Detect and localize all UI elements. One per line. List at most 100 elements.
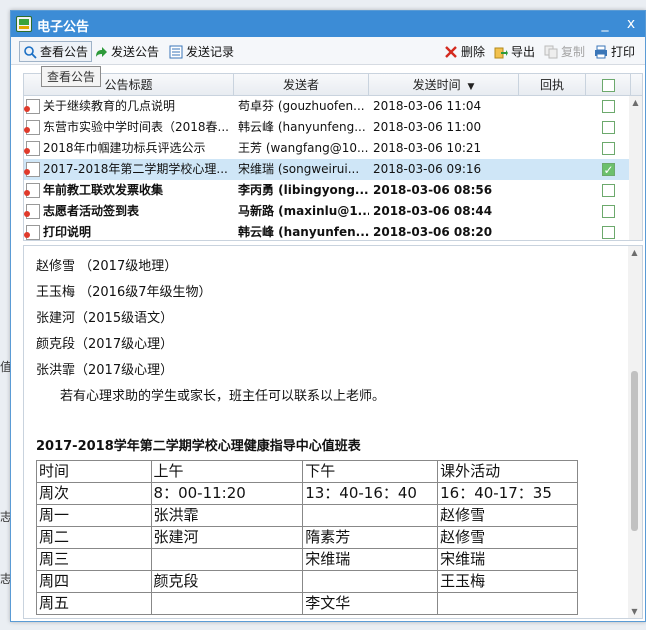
export-button[interactable]: 导出 — [491, 41, 538, 62]
schedule-cell: 张洪霏 — [150, 504, 304, 527]
copy-icon — [544, 45, 558, 58]
schedule-cell: 上午 — [150, 460, 304, 483]
row-checkbox-cell — [586, 138, 626, 159]
copy-label: 复制 — [561, 45, 586, 59]
teacher-line: 王玉梅 （2016级7年级生物） — [36, 285, 212, 300]
table-row[interactable]: 关于继续教育的几点说明 苟卓芬 (gouzhuofen... 2018-03-06 … — [24, 96, 642, 117]
teacher-line: 颜克段（2017级心理） — [36, 337, 174, 352]
schedule-cell: 13：40-16：40 — [302, 482, 439, 505]
row-sender: 宋维瑞 (songweirui... — [238, 162, 360, 176]
schedule-cell — [150, 592, 304, 615]
row-checkbox[interactable] — [601, 205, 615, 218]
row-title: 年前教工联欢发票收集 — [43, 183, 164, 197]
row-time: 2018-03-06 11:04 — [373, 99, 482, 113]
row-time: 2018-03-06 08:56 — [373, 183, 493, 197]
app-icon — [16, 16, 32, 32]
row-title-cell: 关于继续教育的几点说明 — [24, 96, 234, 117]
schedule-cell: 周一 — [36, 504, 152, 527]
row-checkbox-cell — [586, 96, 626, 117]
search-icon — [24, 45, 37, 59]
list-scrollbar[interactable]: ▲ — [629, 96, 642, 240]
delete-button[interactable]: 删除 — [441, 41, 488, 62]
print-button[interactable]: 打印 — [591, 41, 638, 62]
row-sender: 韩云峰 (hanyunfen... — [238, 225, 369, 239]
duty-schedule-table: 时间 上午 下午 课外活动 周次 8：00-11:20 13：40-16：40 16：40-1… — [36, 460, 578, 615]
row-time: 2018-03-06 08:44 — [373, 204, 493, 218]
schedule-cell: 时间 — [36, 460, 152, 483]
row-title-cell: 2018年巾帼建功标兵评选公示 — [24, 138, 234, 159]
schedule-row: 周二 张建河 隋素芳 赵修雪 — [36, 526, 578, 549]
row-checkbox[interactable] — [601, 184, 615, 197]
schedule-cell: 周五 — [36, 592, 152, 615]
scroll-up-arrow-icon[interactable]: ▲ — [629, 96, 642, 109]
schedule-cell: 周三 — [36, 548, 152, 571]
schedule-cell: 李文华 — [302, 592, 439, 615]
schedule-row: 时间 上午 下午 课外活动 — [36, 460, 578, 483]
table-row[interactable]: 打印说明 韩云峰 (hanyunfen... 2018-03-06 08:20 — [24, 222, 642, 240]
schedule-cell — [150, 548, 304, 571]
row-time: 2018-03-06 11:00 — [373, 120, 482, 134]
column-header-receipt[interactable]: 回执 — [519, 74, 586, 96]
view-announcement-button[interactable]: 查看公告 — [19, 41, 93, 62]
table-row[interactable]: 2017-2018年第二学期学校心理... 宋维瑞 (songweirui... 2… — [24, 159, 642, 180]
row-receipt — [519, 222, 586, 240]
schedule-cell — [437, 592, 578, 615]
table-row[interactable]: 志愿者活动签到表 马新路 (maxinlu@1... 2018-03-06 08:4… — [24, 201, 642, 222]
send-records-button[interactable]: 发送记录 — [166, 41, 237, 62]
schedule-cell — [302, 570, 439, 593]
list-icon — [169, 45, 183, 58]
row-checkbox[interactable] — [601, 226, 615, 239]
row-checkbox[interactable] — [601, 142, 615, 155]
scroll-up-arrow-icon[interactable]: ▲ — [628, 246, 641, 259]
table-row[interactable]: 东营市实验中学时间表（2018春... 韩云峰 (hanyunfeng... 201… — [24, 117, 642, 138]
teacher-line: 赵修雪 （2017级地理） — [36, 259, 178, 274]
row-time: 2018-03-06 10:21 — [373, 141, 482, 155]
row-title-cell: 2017-2018年第二学期学校心理... — [24, 159, 234, 180]
list-header: 公告标题 发送者 发送时间 ▼ 回执 — [24, 74, 642, 96]
document-icon — [24, 120, 40, 135]
contact-note: 若有心理求助的学生或家长，班主任可以联系以上老师。 — [60, 389, 386, 404]
schedule-cell: 宋维瑞 — [302, 548, 439, 571]
column-header-time[interactable]: 发送时间 ▼ — [369, 74, 519, 96]
table-row[interactable]: 2018年巾帼建功标兵评选公示 王芳 (wangfang@10... 2018-03… — [24, 138, 642, 159]
scroll-thumb[interactable] — [631, 371, 638, 531]
row-receipt — [519, 117, 586, 138]
copy-button[interactable]: 复制 — [541, 41, 588, 62]
announcement-detail: 赵修雪 （2017级地理） 王玉梅 （2016级7年级生物） 张建河（2015级… — [23, 245, 643, 619]
row-checkbox[interactable] — [601, 121, 615, 134]
row-sender: 苟卓芬 (gouzhuofen... — [238, 99, 365, 113]
document-icon — [24, 204, 40, 219]
row-sender: 马新路 (maxinlu@1... — [238, 204, 369, 218]
minimize-button[interactable]: _ — [595, 14, 615, 34]
row-checkbox[interactable] — [601, 100, 615, 113]
print-label: 打印 — [611, 45, 636, 59]
row-title: 关于继续教育的几点说明 — [43, 99, 176, 113]
scroll-down-arrow-icon[interactable]: ▼ — [628, 605, 641, 618]
document-icon — [24, 183, 40, 198]
title-bar: 电子公告 _ x — [11, 11, 645, 37]
row-sender: 王芳 (wangfang@10... — [238, 141, 369, 155]
table-row[interactable]: 年前教工联欢发票收集 李丙勇 (libingyong... 2018-03-06 0… — [24, 180, 642, 201]
close-button[interactable]: x — [621, 14, 641, 34]
row-checkbox-cell — [586, 222, 626, 240]
row-title: 志愿者活动签到表 — [43, 204, 140, 218]
document-icon — [24, 99, 40, 114]
schedule-cell: 赵修雪 — [437, 526, 578, 549]
column-header-select-all[interactable] — [586, 74, 631, 96]
schedule-title: 2017-2018学年第二学期学校心理健康指导中心值班表 — [36, 439, 361, 454]
teacher-line: 张洪霏（2017级心理） — [36, 363, 174, 378]
row-checkbox[interactable] — [601, 160, 615, 180]
send-announcement-button[interactable]: 发送公告 — [91, 41, 162, 62]
detail-scrollbar[interactable]: ▲ ▼ — [628, 246, 642, 618]
row-title: 2018年巾帼建功标兵评选公示 — [43, 141, 206, 155]
row-receipt — [519, 96, 586, 117]
column-header-sender[interactable]: 发送者 — [234, 74, 369, 96]
row-title: 2017-2018年第二学期学校心理... — [43, 162, 228, 176]
row-time: 2018-03-06 09:16 — [373, 162, 482, 176]
row-receipt — [519, 201, 586, 222]
row-title: 东营市实验中学时间表（2018春... — [43, 120, 229, 134]
select-all-checkbox[interactable] — [601, 78, 615, 92]
schedule-cell: 王玉梅 — [437, 570, 578, 593]
row-receipt — [519, 159, 586, 180]
row-sender: 李丙勇 (libingyong... — [238, 183, 369, 197]
